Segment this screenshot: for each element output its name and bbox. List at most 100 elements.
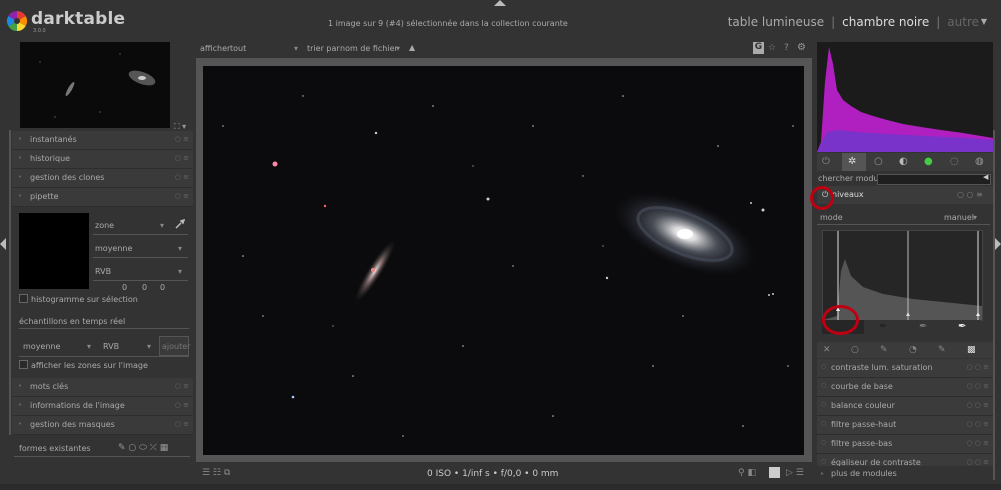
module-snapshots[interactable]: • instantanés ○ ≡ (12, 131, 193, 150)
chevron-down-icon[interactable]: ▾ (178, 267, 182, 276)
module-presets-icon[interactable]: ○ ○ ≡ (966, 382, 989, 390)
annotation-circle-power (810, 186, 834, 210)
module-presets-icon[interactable]: ○ ○ ≡ (957, 190, 983, 199)
sort-select[interactable]: nom de fichier (340, 44, 398, 53)
module-picker[interactable]: • pipette ○ ≡ (12, 188, 193, 207)
filter-bar: afficher tout ▾ trier par nom de fichier… (196, 40, 812, 58)
module-presets-icon[interactable]: ○ ○ ≡ (966, 363, 989, 371)
correction-icon[interactable]: ◌ (950, 156, 959, 167)
blend-parametric-icon[interactable]: ◔ (909, 345, 917, 355)
grouping-icon[interactable]: G (753, 42, 764, 54)
display-toggle-icons[interactable]: ⚲ ◧ (738, 468, 756, 478)
show-areas-label: afficher les zones sur l'image (31, 361, 148, 370)
add-sample-button[interactable]: ajouter (159, 336, 190, 356)
circle-icon[interactable]: ○ (874, 156, 883, 167)
module-search-input[interactable] (877, 174, 991, 185)
blend-drawn-icon[interactable]: ✎ (880, 345, 888, 355)
clear-search-icon[interactable]: ◀ (983, 173, 988, 181)
views-dropdown-icon[interactable]: ▼ (981, 17, 987, 26)
module-duplicates[interactable]: • gestion des clones ○ ≡ (12, 169, 193, 188)
chevron-down-icon[interactable]: ▾ (973, 213, 977, 222)
help-icon[interactable]: ? (784, 43, 789, 53)
left-panel-collapse-arrow[interactable] (0, 238, 6, 250)
module-image-info[interactable]: • informations de l'image ○ ≡ (12, 397, 193, 416)
picker-color-swatch (19, 213, 89, 289)
star-icon: ✲ (848, 156, 857, 167)
effects-icon[interactable]: ◍ (975, 156, 984, 167)
module-color-balance[interactable]: ○ balance couleur ○ ○ ≡ (817, 397, 993, 416)
module-presets-icon[interactable]: ○ ○ ≡ (966, 401, 989, 409)
module-highpass[interactable]: ○ filtre passe-haut ○ ○ ≡ (817, 416, 993, 435)
chevron-down-icon[interactable]: ▾ (87, 342, 91, 351)
quick-access-icons[interactable]: ☰ ☷ ⧉ (202, 468, 230, 478)
white-picker-icon[interactable]: ✒ (958, 321, 966, 332)
blend-off-icon[interactable]: ✕ (823, 345, 831, 355)
module-color-contrast[interactable]: ○ contraste lum. saturation ○ ○ ≡ (817, 359, 993, 378)
blend-uniform-icon[interactable]: ○ (851, 345, 859, 355)
show-filter-select[interactable]: tout (230, 44, 246, 53)
gear-icon[interactable]: ⚙ (797, 42, 806, 53)
picker-colorspace-select[interactable]: RVB (95, 267, 111, 276)
chevron-down-icon[interactable]: ▾ (178, 244, 182, 253)
chevron-down-icon[interactable]: ▾ (160, 221, 164, 230)
color-picker-icon[interactable] (175, 219, 185, 229)
view-switcher: table lumineuse | chambre noire | autre (727, 15, 979, 29)
right-panel-collapse-arrow[interactable] (995, 238, 1001, 250)
show-label: afficher (200, 44, 231, 53)
module-presets-icon[interactable]: ○ ○ ≡ (966, 439, 989, 447)
module-history[interactable]: • historique ○ ≡ (12, 150, 193, 169)
module-reset-icon[interactable]: ○ ≡ (175, 135, 189, 143)
view-other[interactable]: autre (947, 15, 979, 29)
picker-stat-select[interactable]: moyenne (95, 244, 132, 253)
right-panel-scrollbar[interactable] (993, 130, 995, 480)
live-samples-title: échantillons en temps réel (19, 317, 126, 326)
show-areas-checkbox[interactable] (19, 360, 28, 369)
sort-order-icon[interactable]: ▲ (409, 43, 415, 52)
tone-icon[interactable]: ◐ (899, 156, 908, 167)
navigation-thumbnail-image (39, 53, 156, 118)
filmstrip-bar[interactable] (0, 484, 1001, 490)
blend-combined-icon[interactable]: ✎ (938, 345, 946, 355)
picker-area-select[interactable]: zone (95, 221, 114, 230)
mode-select[interactable]: manuel (944, 213, 974, 222)
levels-title: niveaux (832, 190, 864, 199)
softproof-icon[interactable] (769, 467, 780, 478)
color-icon[interactable]: ● (924, 156, 933, 167)
histogram-selection-checkbox[interactable] (19, 294, 28, 303)
module-base-curve[interactable]: ○ courbe de base ○ ○ ≡ (817, 378, 993, 397)
module-tags[interactable]: • mots clés ○ ≡ (12, 378, 193, 397)
top-panel-collapse-arrow[interactable] (494, 0, 506, 6)
left-panel-scrollbar[interactable] (9, 130, 11, 435)
more-modules-row[interactable]: ▸ plus de modules (817, 466, 993, 482)
blend-raster-icon[interactable]: ▩ (967, 345, 976, 355)
module-lowpass[interactable]: ○ filtre passe-bas ○ ○ ≡ (817, 435, 993, 454)
chevron-down-icon[interactable]: ▾ (294, 44, 298, 53)
chevron-down-icon[interactable]: ▾ (147, 342, 151, 351)
power-icon[interactable]: ⏻ (822, 156, 830, 167)
chevron-down-icon[interactable]: ▾ (396, 44, 400, 53)
blend-modes-row: ✕ ○ ✎ ◔ ✎ ▩ (817, 342, 993, 358)
module-reset-icon[interactable]: ○ ≡ (175, 154, 189, 162)
main-image[interactable] (203, 66, 804, 455)
navigation-thumbnail[interactable] (20, 42, 170, 128)
black-picker-icon[interactable]: ✒ (879, 321, 887, 332)
module-reset-icon[interactable]: ○ ≡ (175, 173, 189, 181)
gamut-check-icon[interactable]: ▷ ☰ (786, 468, 804, 478)
module-levels-header[interactable]: ⏻ niveaux ○ ○ ≡ (817, 186, 993, 204)
live-sample-colorspace-select[interactable]: RVB (103, 342, 119, 351)
shape-tools-icons[interactable]: ✎ ○ ⬭ ⤫ ▦ (118, 443, 168, 453)
star-icon[interactable]: ☆ (768, 43, 776, 53)
module-masks[interactable]: • gestion des masques ○ ≡ (12, 416, 193, 435)
module-reset-icon[interactable]: ○ ≡ (175, 401, 189, 409)
module-presets-icon[interactable]: ○ ○ ≡ (966, 420, 989, 428)
module-reset-icon[interactable]: ○ ≡ (175, 420, 189, 428)
module-reset-icon[interactable]: ○ ≡ (175, 382, 189, 390)
view-lighttable[interactable]: table lumineuse (728, 15, 824, 29)
picker-value-b: 0 (160, 283, 166, 292)
histogram[interactable] (817, 42, 993, 152)
module-presets-icon[interactable]: ○ ○ ≡ (966, 458, 989, 466)
live-sample-stat-select[interactable]: moyenne (23, 342, 60, 351)
module-reset-icon[interactable]: ○ ≡ (175, 192, 189, 200)
view-darkroom[interactable]: chambre noire (842, 15, 929, 29)
gray-picker-icon[interactable]: ✒ (919, 321, 927, 332)
